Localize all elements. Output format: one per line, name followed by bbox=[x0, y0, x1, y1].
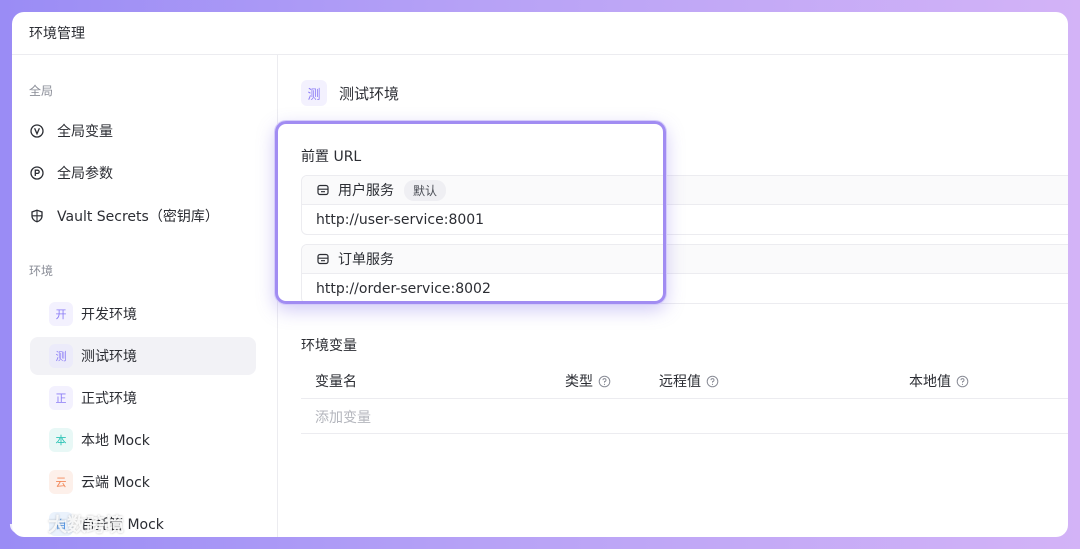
env-vars-title: 环境变量 bbox=[301, 338, 357, 354]
env-badge: 正 bbox=[49, 386, 73, 410]
env-badge: 测 bbox=[301, 80, 327, 106]
col-header-local: 本地值 bbox=[909, 363, 969, 399]
title-bar: 环境管理 bbox=[12, 12, 1068, 55]
server-icon bbox=[316, 252, 330, 266]
watermark-logo-icon bbox=[9, 513, 44, 534]
env-label: 本地 Mock bbox=[81, 433, 150, 449]
service-header[interactable]: 用户服务 默认 bbox=[302, 176, 1068, 205]
env-label: 测试环境 bbox=[81, 349, 137, 365]
col-header-label: 远程值 bbox=[659, 374, 701, 390]
sidebar-item-vault-secrets[interactable]: Vault Secrets（密钥库） bbox=[29, 201, 259, 231]
prefix-url-title: 前置 URL bbox=[301, 149, 362, 165]
window-title: 环境管理 bbox=[29, 26, 85, 42]
col-header-name: 变量名 bbox=[315, 363, 357, 399]
sidebar-item-global-variables[interactable]: 全局变量 bbox=[29, 116, 259, 146]
question-icon[interactable] bbox=[956, 375, 969, 388]
v-circle-icon bbox=[29, 123, 45, 139]
p-circle-icon bbox=[29, 165, 45, 181]
sidebar-env-title: 环境 bbox=[29, 264, 54, 278]
sidebar-item-cloud-mock[interactable]: 云 云端 Mock bbox=[30, 463, 256, 501]
service-card-user: 用户服务 默认 http://user-service:8001 bbox=[301, 175, 1068, 235]
env-label: 正式环境 bbox=[81, 391, 137, 407]
service-url-input[interactable]: http://order-service:8002 bbox=[302, 274, 1068, 303]
service-url-input[interactable]: http://user-service:8001 bbox=[302, 205, 1068, 234]
add-variable-input[interactable]: 添加变量 bbox=[301, 400, 1068, 434]
env-label: 开发环境 bbox=[81, 307, 137, 323]
service-header[interactable]: 订单服务 bbox=[302, 245, 1068, 274]
sidebar: 全局 全局变量 全局参数 Vault Secrets（密钥库） 环境 开 开发环… bbox=[12, 55, 278, 537]
sidebar-item-global-params[interactable]: 全局参数 bbox=[29, 158, 259, 188]
service-name: 订单服务 bbox=[338, 252, 394, 268]
sidebar-item-dev-env[interactable]: 开 开发环境 bbox=[30, 295, 256, 333]
service-name: 用户服务 bbox=[338, 183, 394, 199]
main-panel: 测 测试环境 前置 URL 用户服务 默认 http://user-servic… bbox=[279, 55, 1068, 537]
col-header-label: 本地值 bbox=[909, 374, 951, 390]
sidebar-item-prod-env[interactable]: 正 正式环境 bbox=[30, 379, 256, 417]
env-name[interactable]: 测试环境 bbox=[339, 83, 399, 104]
col-header-remote: 远程值 bbox=[659, 363, 719, 399]
env-badge: 测 bbox=[49, 344, 73, 368]
environment-manager-window: 环境管理 全局 全局变量 全局参数 Vault Secrets（密钥库） 环境 … bbox=[12, 12, 1068, 537]
sidebar-item-label: 全局参数 bbox=[57, 166, 113, 182]
col-header-type: 类型 bbox=[565, 363, 611, 399]
env-badge: 本 bbox=[49, 428, 73, 452]
watermark-text: 大数跨境 bbox=[48, 514, 125, 536]
shield-icon bbox=[29, 208, 45, 224]
sidebar-item-local-mock[interactable]: 本 本地 Mock bbox=[30, 421, 256, 459]
question-icon[interactable] bbox=[598, 375, 611, 388]
env-badge: 云 bbox=[49, 470, 73, 494]
service-card-order: 订单服务 http://order-service:8002 bbox=[301, 244, 1068, 304]
question-icon[interactable] bbox=[706, 375, 719, 388]
sidebar-global-title: 全局 bbox=[29, 84, 54, 98]
default-tag: 默认 bbox=[404, 179, 447, 201]
env-badge: 开 bbox=[49, 302, 73, 326]
sidebar-item-label: Vault Secrets（密钥库） bbox=[57, 209, 219, 225]
vars-table-header: 变量名 类型 远程值 本地值 bbox=[301, 363, 1068, 399]
sidebar-item-test-env[interactable]: 测 测试环境 bbox=[30, 337, 256, 375]
server-icon bbox=[316, 183, 330, 197]
env-header: 测 测试环境 bbox=[301, 80, 399, 106]
sidebar-item-label: 全局变量 bbox=[57, 124, 113, 140]
env-label: 云端 Mock bbox=[81, 475, 150, 491]
col-header-label: 变量名 bbox=[315, 374, 357, 390]
watermark: 大数跨境 bbox=[8, 510, 124, 537]
col-header-label: 类型 bbox=[565, 374, 593, 390]
